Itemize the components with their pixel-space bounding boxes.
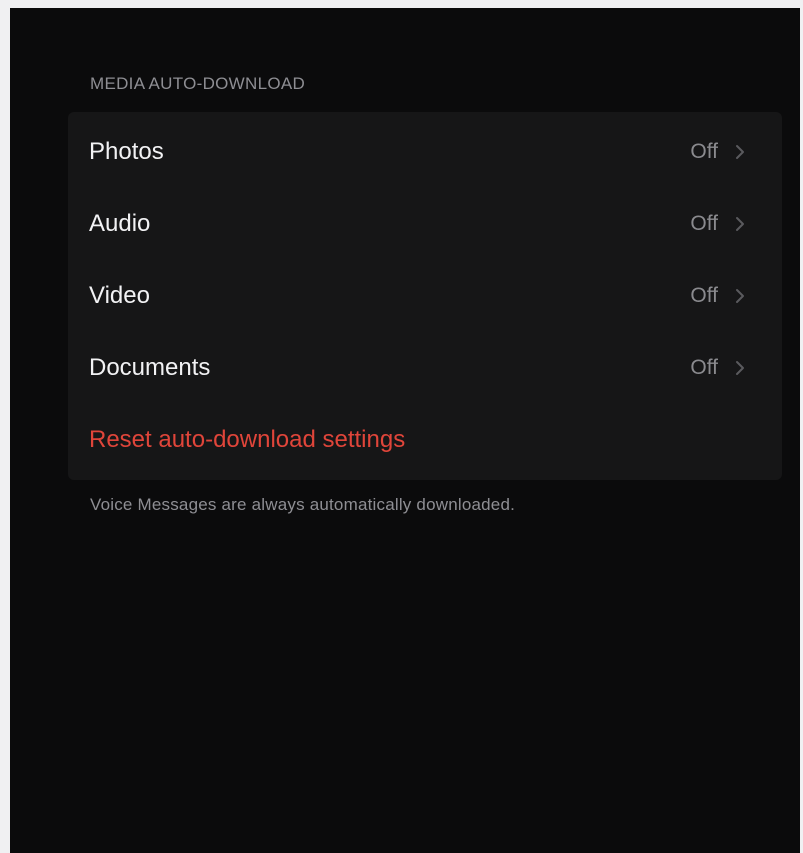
reset-auto-download-button[interactable]: Reset auto-download settings: [68, 404, 782, 476]
audio-label: Audio: [89, 210, 151, 237]
documents-value: Off: [690, 356, 718, 379]
photos-value: Off: [690, 140, 718, 163]
video-row[interactable]: Video Off: [68, 260, 782, 332]
reset-auto-download-label: Reset auto-download settings: [89, 426, 406, 453]
footer-note: Voice Messages are always automatically …: [90, 495, 516, 514]
chevron-right-icon: [736, 217, 744, 231]
chevron-right-icon: [736, 145, 744, 159]
settings-screen: MEDIA AUTO-DOWNLOAD Photos Off Audio Off…: [10, 8, 800, 853]
photos-label: Photos: [89, 138, 164, 165]
photos-row[interactable]: Photos Off: [68, 116, 782, 188]
audio-row[interactable]: Audio Off: [68, 188, 782, 260]
chevron-right-icon: [736, 289, 744, 303]
video-label: Video: [89, 282, 150, 309]
chevron-right-icon: [736, 361, 744, 375]
documents-row[interactable]: Documents Off: [68, 332, 782, 404]
video-value: Off: [690, 284, 718, 307]
section-header: MEDIA AUTO-DOWNLOAD: [90, 74, 306, 93]
media-auto-download-group: Photos Off Audio Off Video Off Documents…: [68, 112, 782, 480]
audio-value: Off: [690, 212, 718, 235]
documents-label: Documents: [89, 354, 211, 381]
